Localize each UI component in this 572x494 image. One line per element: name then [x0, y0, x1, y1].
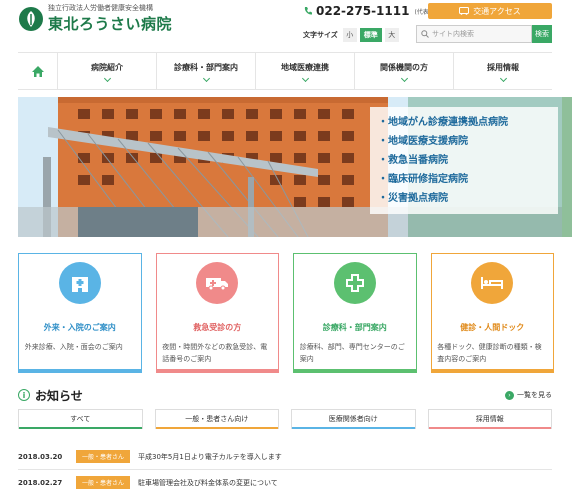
hero-designation: ・救急当番病院	[378, 155, 448, 166]
tab-recruit[interactable]: 採用情報	[427, 409, 552, 429]
phone-value: 022-275-1111	[316, 4, 410, 18]
card-emergency[interactable]: 救急受診の方 夜間・時間外などの救急受診、電話番号のご案内	[155, 253, 279, 373]
search-input[interactable]: サイト内検索	[416, 25, 532, 43]
tab-medical[interactable]: 医療関係者向け	[291, 409, 416, 429]
nav-item-about[interactable]: 病院紹介	[58, 53, 157, 89]
hero-designation-list: ・地域がん診療連携拠点病院 ・地域医療支援病院 ・救急当番病院 ・臨床研修指定病…	[370, 107, 558, 214]
list-item[interactable]: 2018.03.20 一般・患者さん 平成30年5月1日より電子カルテを導入しま…	[18, 444, 552, 470]
news-list: 2018.03.20 一般・患者さん 平成30年5月1日より電子カルテを導入しま…	[18, 444, 552, 494]
chevron-down-icon	[103, 74, 111, 82]
hero-designation: ・臨床研修指定病院	[378, 174, 468, 185]
chevron-down-icon	[499, 74, 507, 82]
hero-designation: ・災害拠点病院	[378, 193, 448, 204]
card-title: 健診・人間ドック	[460, 323, 525, 332]
chevron-down-icon	[301, 74, 309, 82]
news-tabs: すべて 一般・患者さん向け 医療関係者向け 採用情報	[18, 409, 552, 429]
card-checkup[interactable]: 健診・人間ドック 各種ドック、健康診断の種類・検査内容のご案内	[430, 253, 554, 373]
hero-image: ・地域がん診療連携拠点病院 ・地域医療支援病院 ・救急当番病院 ・臨床研修指定病…	[18, 97, 572, 237]
tab-all[interactable]: すべて	[18, 409, 143, 429]
font-size-switcher: 文字サイズ 小 標準 大	[303, 28, 399, 42]
nav-item-label: 病院紹介	[91, 62, 123, 72]
arrow-right-icon: ›	[505, 390, 514, 400]
card-outpatient[interactable]: 外来・入院のご案内 外来診療、入院・面会のご案内	[18, 253, 142, 373]
card-title: 外来・入院のご案内	[43, 323, 116, 332]
bed-icon	[471, 262, 514, 304]
hero-designation: ・地域がん診療連携拠点病院	[378, 117, 508, 128]
home-icon	[31, 65, 44, 77]
hospital-icon	[58, 262, 101, 304]
nav-item-partners[interactable]: 関係機関の方	[355, 53, 454, 89]
card-accent-bar	[294, 369, 416, 372]
font-size-label: 文字サイズ	[303, 31, 338, 39]
phone-number: 022-275-1111 (代表)	[303, 4, 431, 18]
news-date: 2018.02.27	[18, 478, 63, 487]
chevron-down-icon	[202, 74, 210, 82]
nav-item-label: 地域医療連携	[281, 62, 329, 72]
access-button[interactable]: 交通アクセス	[428, 3, 552, 19]
search-button[interactable]: 検索	[532, 25, 552, 43]
search-placeholder: サイト内検索	[432, 30, 474, 38]
news-date: 2018.03.20	[18, 452, 63, 461]
site-header: 独立行政法人労働者健康安全機構 東北ろうさい病院 022-275-1111 (代…	[0, 0, 572, 50]
card-description: 外来診療、入院・面会のご案内	[24, 343, 123, 351]
search-icon	[421, 30, 429, 38]
nav-item-label: 採用情報	[487, 62, 519, 72]
news-more-label: 一覧を見る	[517, 391, 552, 399]
nav-item-label: 関係機関の方	[380, 62, 428, 72]
hospital-logo-icon[interactable]	[18, 6, 44, 32]
tab-general[interactable]: 一般・患者さん向け	[154, 409, 279, 429]
quick-links: 外来・入院のご案内 外来診療、入院・面会のご案内 救急受診の方 夜間・時間外など…	[18, 253, 554, 373]
card-accent-bar	[19, 369, 141, 372]
nav-item-regional[interactable]: 地域医療連携	[256, 53, 355, 89]
card-description: 夜間・時間外などの救急受診、電話番号のご案内	[162, 343, 268, 363]
hero-next-slide	[562, 97, 572, 237]
font-size-large-button[interactable]: 大	[384, 28, 399, 42]
medical-cross-icon	[333, 262, 376, 304]
card-accent-bar	[156, 369, 278, 372]
nav-item-departments[interactable]: 診療科・部門案内	[157, 53, 256, 89]
news-headline: 駐車場管理会社及び料金体系の変更について	[138, 478, 278, 487]
category-badge: 一般・患者さん	[76, 476, 131, 489]
chevron-down-icon	[400, 74, 408, 82]
global-nav: 病院紹介 診療科・部門案内 地域医療連携 関係機関の方 採用情報	[18, 52, 552, 90]
card-title: 診療科・部門案内	[322, 323, 387, 332]
info-icon: i	[18, 389, 30, 401]
card-description: 診療科、部門、専門センターのご案内	[299, 343, 405, 363]
nav-home[interactable]	[18, 53, 58, 89]
news-headline: 平成30年5月1日より電子カルテを導入します	[138, 452, 282, 461]
bus-icon	[459, 7, 470, 15]
organization-name: 独立行政法人労働者健康安全機構	[48, 4, 153, 12]
card-accent-bar	[431, 369, 553, 372]
news-more-link[interactable]: › 一覧を見る	[505, 390, 552, 400]
list-item[interactable]: 2018.02.27 一般・患者さん 駐車場管理会社及び料金体系の変更について	[18, 470, 552, 494]
news-header: i お知らせ › 一覧を見る	[18, 386, 552, 404]
card-departments[interactable]: 診療科・部門案内 診療科、部門、専門センターのご案内	[293, 253, 417, 373]
nav-item-label: 診療科・部門案内	[174, 62, 238, 72]
category-badge: 一般・患者さん	[76, 450, 131, 463]
font-size-small-button[interactable]: 小	[342, 28, 357, 42]
ambulance-icon	[196, 262, 239, 304]
nav-item-recruit[interactable]: 採用情報	[454, 53, 552, 89]
phone-icon	[304, 7, 312, 15]
site-search: サイト内検索 検索	[416, 25, 552, 43]
hero-designation: ・地域医療支援病院	[378, 136, 468, 147]
news-title: お知らせ	[35, 388, 83, 403]
access-label: 交通アクセス	[473, 6, 521, 16]
card-description: 各種ドック、健康診断の種類・検査内容のご案内	[437, 343, 542, 363]
hospital-name[interactable]: 東北ろうさい病院	[48, 13, 172, 34]
card-title: 救急受診の方	[193, 323, 242, 332]
font-size-standard-button[interactable]: 標準	[359, 28, 382, 42]
